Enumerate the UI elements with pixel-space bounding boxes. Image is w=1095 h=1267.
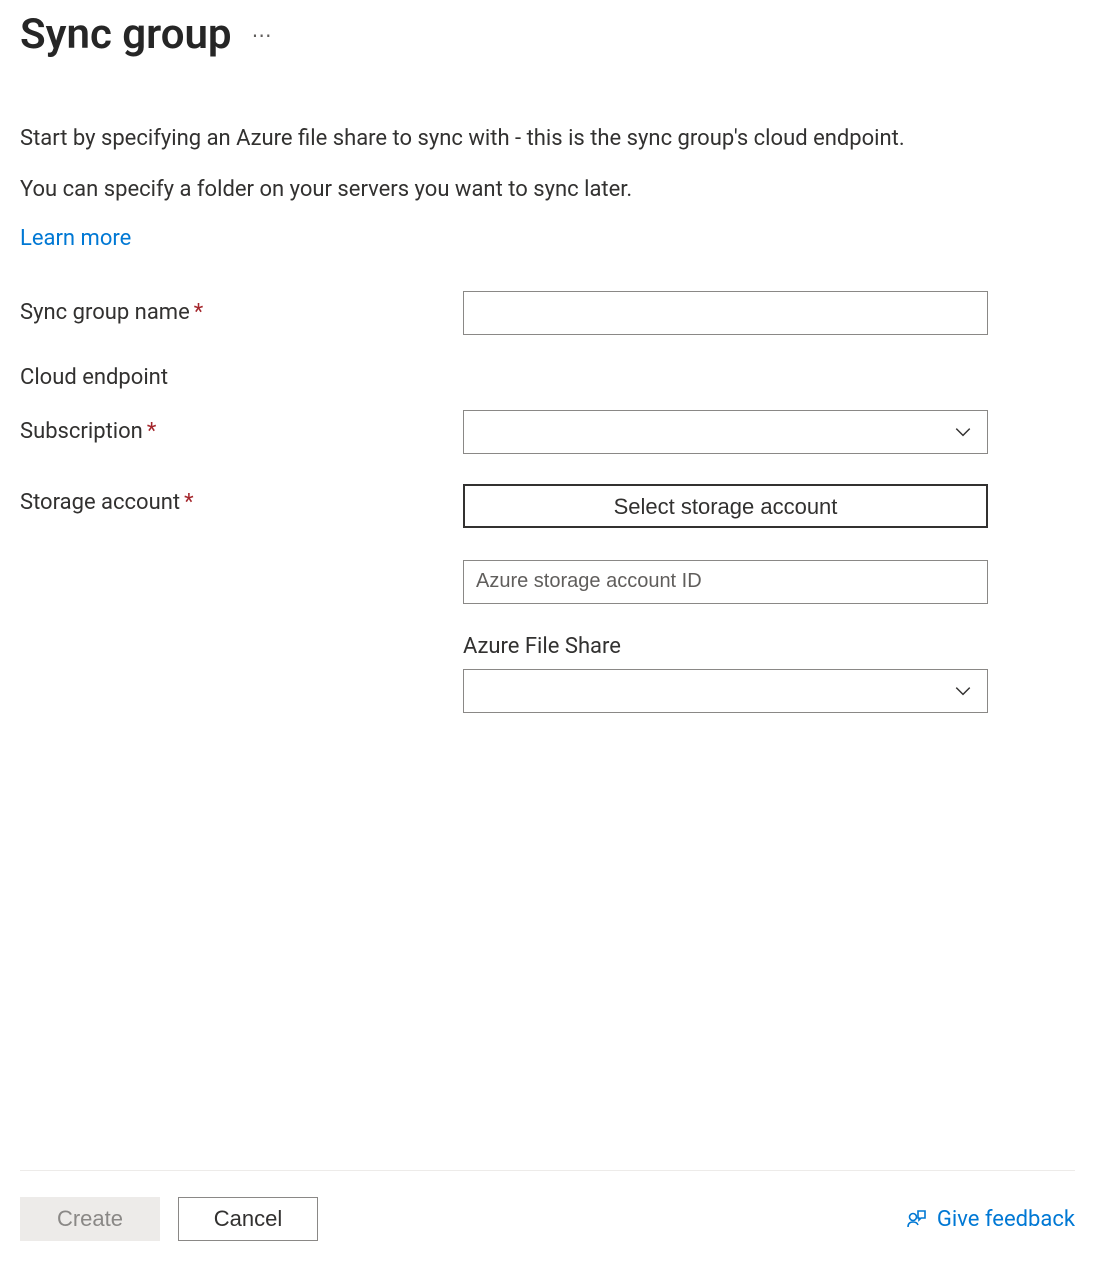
subscription-label: Subscription* (20, 419, 463, 444)
file-share-select[interactable] (463, 669, 988, 713)
cloud-endpoint-section-header: Cloud endpoint (20, 365, 1075, 390)
subscription-select[interactable] (463, 410, 988, 454)
sync-group-name-input[interactable] (463, 291, 988, 335)
storage-account-label: Storage account* (20, 484, 463, 604)
storage-account-id-input[interactable] (463, 560, 988, 604)
intro-text-1: Start by specifying an Azure file share … (20, 124, 1075, 155)
more-icon[interactable]: ⋯ (252, 23, 274, 47)
chevron-down-icon (951, 420, 975, 444)
file-share-label: Azure File Share (463, 634, 1075, 659)
give-feedback-link[interactable]: Give feedback (905, 1207, 1075, 1232)
feedback-icon (905, 1207, 929, 1231)
sync-group-name-label: Sync group name* (20, 300, 463, 325)
learn-more-link[interactable]: Learn more (20, 226, 131, 251)
page-title: Sync group (20, 10, 232, 59)
create-button[interactable]: Create (20, 1197, 160, 1241)
select-storage-account-button[interactable]: Select storage account (463, 484, 988, 528)
cancel-button[interactable]: Cancel (178, 1197, 318, 1241)
chevron-down-icon (951, 679, 975, 703)
intro-text-2: You can specify a folder on your servers… (20, 175, 1075, 206)
